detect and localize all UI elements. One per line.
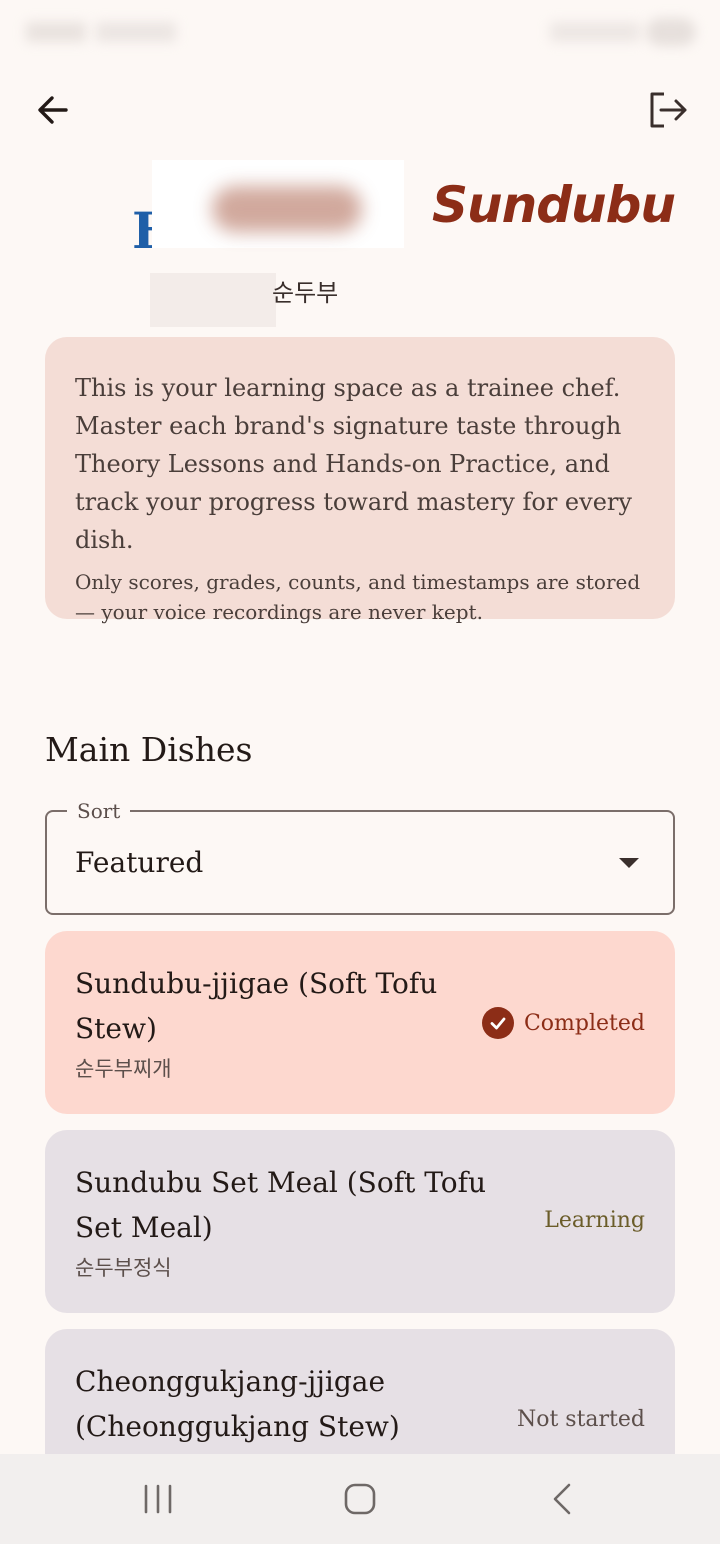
dish-card[interactable]: Sundubu Set Meal (Soft Tofu Set Meal) 순두… [45, 1130, 675, 1313]
status-time-blur [26, 22, 86, 42]
brand-logo-name: Sundubu [432, 176, 676, 234]
sort-dropdown[interactable]: Sort Featured [45, 797, 675, 915]
sort-selected-value: Featured [75, 846, 204, 879]
check-circle-icon [481, 1007, 514, 1039]
status-bar [0, 0, 720, 64]
dish-status-label: Completed [523, 1010, 645, 1036]
arrow-left-icon [38, 96, 68, 124]
recents-button[interactable] [118, 1474, 198, 1524]
dish-status: Learning [544, 1208, 645, 1233]
home-icon [344, 1483, 376, 1515]
dish-status: Not started [517, 1407, 645, 1432]
section-title: Main Dishes [45, 730, 253, 769]
dish-status: Completed [481, 1007, 645, 1039]
recents-icon [144, 1484, 172, 1514]
dish-korean-name: 순두부정식 [75, 1256, 172, 1280]
home-button[interactable] [320, 1474, 400, 1524]
logout-icon [650, 92, 687, 128]
dish-status-label: Not started [516, 1407, 645, 1432]
dish-title: Cheonggukjang-jjigae (Cheonggukjang Stew… [75, 1365, 400, 1443]
dish-korean-name: 순두부찌개 [75, 1057, 172, 1081]
dish-title: Sundubu-jjigae (Soft Tofu Stew) [75, 967, 438, 1045]
intro-text: This is your learning space as a trainee… [75, 374, 632, 554]
subtitle-redacted [150, 273, 276, 327]
logout-button[interactable] [638, 80, 698, 140]
intro-card: This is your learning space as a trainee… [45, 337, 675, 624]
chevron-left-icon [553, 1483, 571, 1515]
system-nav-bar [0, 1454, 720, 1544]
status-icons-blur [96, 22, 176, 42]
sort-label: Sort [67, 797, 131, 825]
status-signal-blur [550, 22, 640, 42]
brand-subtitle: 순두부 [272, 279, 339, 307]
top-app-bar [0, 70, 720, 150]
battery-blur [646, 18, 696, 46]
back-button[interactable] [23, 80, 83, 140]
dish-card[interactable]: Sundubu-jjigae (Soft Tofu Stew) 순두부찌개 Co… [45, 931, 675, 1114]
dropdown-arrow-icon [619, 858, 639, 868]
privacy-note: Only scores, grades, counts, and timesta… [75, 570, 641, 624]
dish-status-label: Learning [544, 1208, 645, 1233]
brand-logo-redacted [152, 160, 404, 248]
system-back-button[interactable] [522, 1474, 602, 1524]
dish-title: Sundubu Set Meal (Soft Tofu Set Meal) [75, 1166, 486, 1244]
